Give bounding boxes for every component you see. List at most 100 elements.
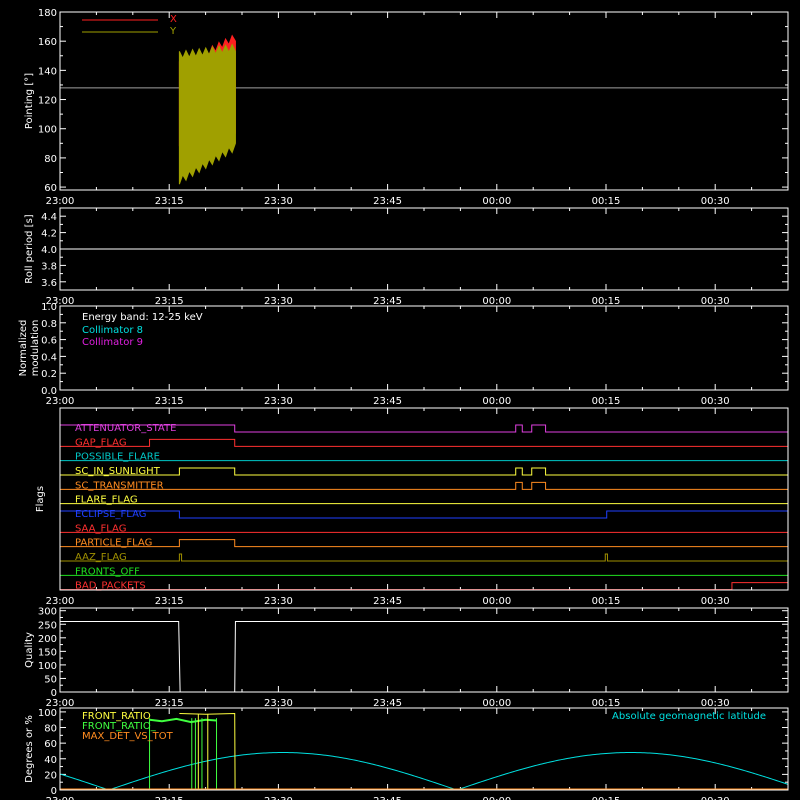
flag-line-sc_transmitter: [60, 481, 788, 490]
y-axis-label: Pointing [°]: [24, 73, 35, 129]
y-axis-label: Quality: [24, 632, 35, 668]
x-tick-label: 00:30: [701, 196, 730, 207]
x-tick-label: 23:30: [264, 196, 293, 207]
plot-frame: [59, 407, 789, 591]
legend-title: Energy band: 12-25 keV: [82, 312, 203, 323]
x-tick-label: 23:15: [155, 296, 184, 307]
flag-line-eclipse_flag: [59, 510, 789, 519]
y-tick-label: 60: [44, 739, 57, 750]
legend-entry: MAX_DET_VS_TOT: [82, 731, 174, 742]
y-axis-label: Flags: [35, 486, 46, 512]
y-tick-label: 80: [44, 724, 57, 735]
x-tick-label: 00:00: [482, 596, 511, 607]
x-tick-label: 23:30: [264, 396, 293, 407]
figure-canvas: 60 80 100 120 140 160 180 23:00 23:15 23:30 23:45 0…: [18, 8, 789, 800]
y-tick-label: 150: [38, 647, 57, 658]
flag-line-gap_flag: [60, 438, 788, 447]
x-tick-label: 23:30: [264, 796, 293, 800]
series-y-band: [178, 43, 236, 185]
x-tick-label: 23:15: [155, 596, 184, 607]
flag-label: POSSIBLE_FLARE: [75, 452, 160, 463]
x-tick-label: 23:15: [155, 796, 184, 800]
y-tick-label: 200: [38, 634, 57, 645]
series-front-ratio-yellow: [179, 712, 236, 791]
x-tick-label: 00:30: [701, 698, 730, 709]
x-tick-label: 23:00: [46, 596, 75, 607]
x-tick-label: 00:30: [701, 396, 730, 407]
x-tick-label: 00:15: [592, 296, 621, 307]
y-tick-label: 100: [38, 125, 57, 136]
series-quality: [60, 621, 788, 693]
y-tick-label: 80: [44, 154, 57, 165]
x-tick-label: 00:15: [592, 596, 621, 607]
x-tick-label: 23:45: [373, 196, 402, 207]
x-tick-label: 00:30: [701, 296, 730, 307]
x-tick-label: 23:15: [155, 196, 184, 207]
x-tick-label: 23:45: [373, 698, 402, 709]
y-tick-label: 60: [44, 183, 57, 194]
x-tick-label: 00:00: [482, 698, 511, 709]
flag-label: AAZ_FLAG: [75, 552, 127, 563]
panel-3: 0.00.20.40.60.81.023:00 23:15 23:30 23:45 00…: [18, 302, 789, 407]
flag-label: SC_IN_SUNLIGHT: [75, 466, 161, 477]
y-tick-label: 4.4: [41, 212, 57, 223]
x-tick-label: 23:15: [155, 396, 184, 407]
panel-2: 3.63.84.04.24.423:00 23:15 23:30 23:45 00:00…: [24, 207, 789, 307]
y-tick-label: 3.8: [41, 261, 57, 272]
panel-5: 05010015020025030023:00 23:15 23:30 23:45 00…: [24, 607, 789, 709]
y-axis-label: modulation: [30, 320, 41, 377]
y-tick-label: 160: [38, 37, 57, 48]
y-tick-label: 50: [44, 674, 57, 685]
x-tick-label: 00:00: [482, 396, 511, 407]
y-axis-label: Roll period [s]: [24, 214, 35, 283]
rhessi-quicklook-figure: 60 80 100 120 140 160 180 23:00 23:15 23:30 23:45 0…: [0, 0, 800, 800]
y-tick-label: 4.0: [41, 245, 57, 256]
x-tick-label: 00:00: [482, 796, 511, 800]
x-tick-label: 00:00: [482, 296, 511, 307]
flag-label: SAA_FLAG: [75, 523, 126, 534]
y-axis-label: Degrees or %: [24, 715, 35, 783]
y-tick-label: 100: [38, 661, 57, 672]
y-tick-label: 140: [38, 66, 57, 77]
x-tick-label: 23:45: [373, 796, 402, 800]
x-tick-label: 00:15: [592, 796, 621, 800]
y-tick-label: 20: [44, 770, 57, 781]
plot-frame: [59, 11, 789, 191]
legend-entry: Collimator 8: [82, 325, 143, 336]
x-tick-label: 23:00: [46, 396, 75, 407]
x-tick-label: 00:00: [482, 196, 511, 207]
x-tick-label: 23:00: [46, 196, 75, 207]
x-tick-label: 00:15: [592, 396, 621, 407]
panel-4: 23:00 23:15 23:30 23:45 00:00 00:15 00:30 Flags…: [35, 407, 789, 607]
x-tick-label: 00:15: [592, 196, 621, 207]
y-tick-label: 100: [38, 708, 57, 719]
legend-label: X: [170, 14, 177, 25]
plot-frame: [59, 607, 789, 693]
flag-label: ATTENUATOR_STATE: [75, 423, 176, 434]
panel-6: 02040608010023:0023:1523:3023:4500:0000:…: [24, 707, 789, 800]
x-tick-label: 23:30: [264, 698, 293, 709]
flag-label: PARTICLE_FLAG: [75, 538, 152, 549]
legend-label: Y: [169, 26, 177, 37]
y-tick-label: 120: [38, 96, 57, 107]
y-tick-label: 300: [38, 607, 57, 618]
y-tick-label: 180: [38, 8, 57, 19]
y-tick-label: 0.2: [41, 369, 57, 380]
y-tick-label: 3.6: [41, 278, 57, 289]
flag-line-particle_flag: [60, 539, 788, 548]
x-tick-label: 00:30: [701, 796, 730, 800]
panel-1: 60 80 100 120 140 160 180 23:00 23:15 23:30 23:45 0…: [24, 8, 789, 207]
flag-label: FRONTS_OFF: [75, 566, 140, 577]
y-tick-label: 0.8: [41, 319, 57, 330]
x-tick-label: 23:45: [373, 596, 402, 607]
y-tick-label: 0.4: [41, 352, 57, 363]
y-axis-label: Normalized: [18, 320, 29, 377]
x-tick-label: 23:45: [373, 396, 402, 407]
legend-entry: Collimator 9: [82, 337, 143, 348]
y-tick-label: 40: [44, 755, 57, 766]
flag-label: ECLIPSE_FLAG: [75, 509, 146, 520]
y-tick-label: 250: [38, 620, 57, 631]
y-tick-label: 1.0: [41, 302, 57, 313]
x-tick-label: 23:30: [264, 596, 293, 607]
flag-line-sc_in_sunlight: [60, 467, 788, 476]
